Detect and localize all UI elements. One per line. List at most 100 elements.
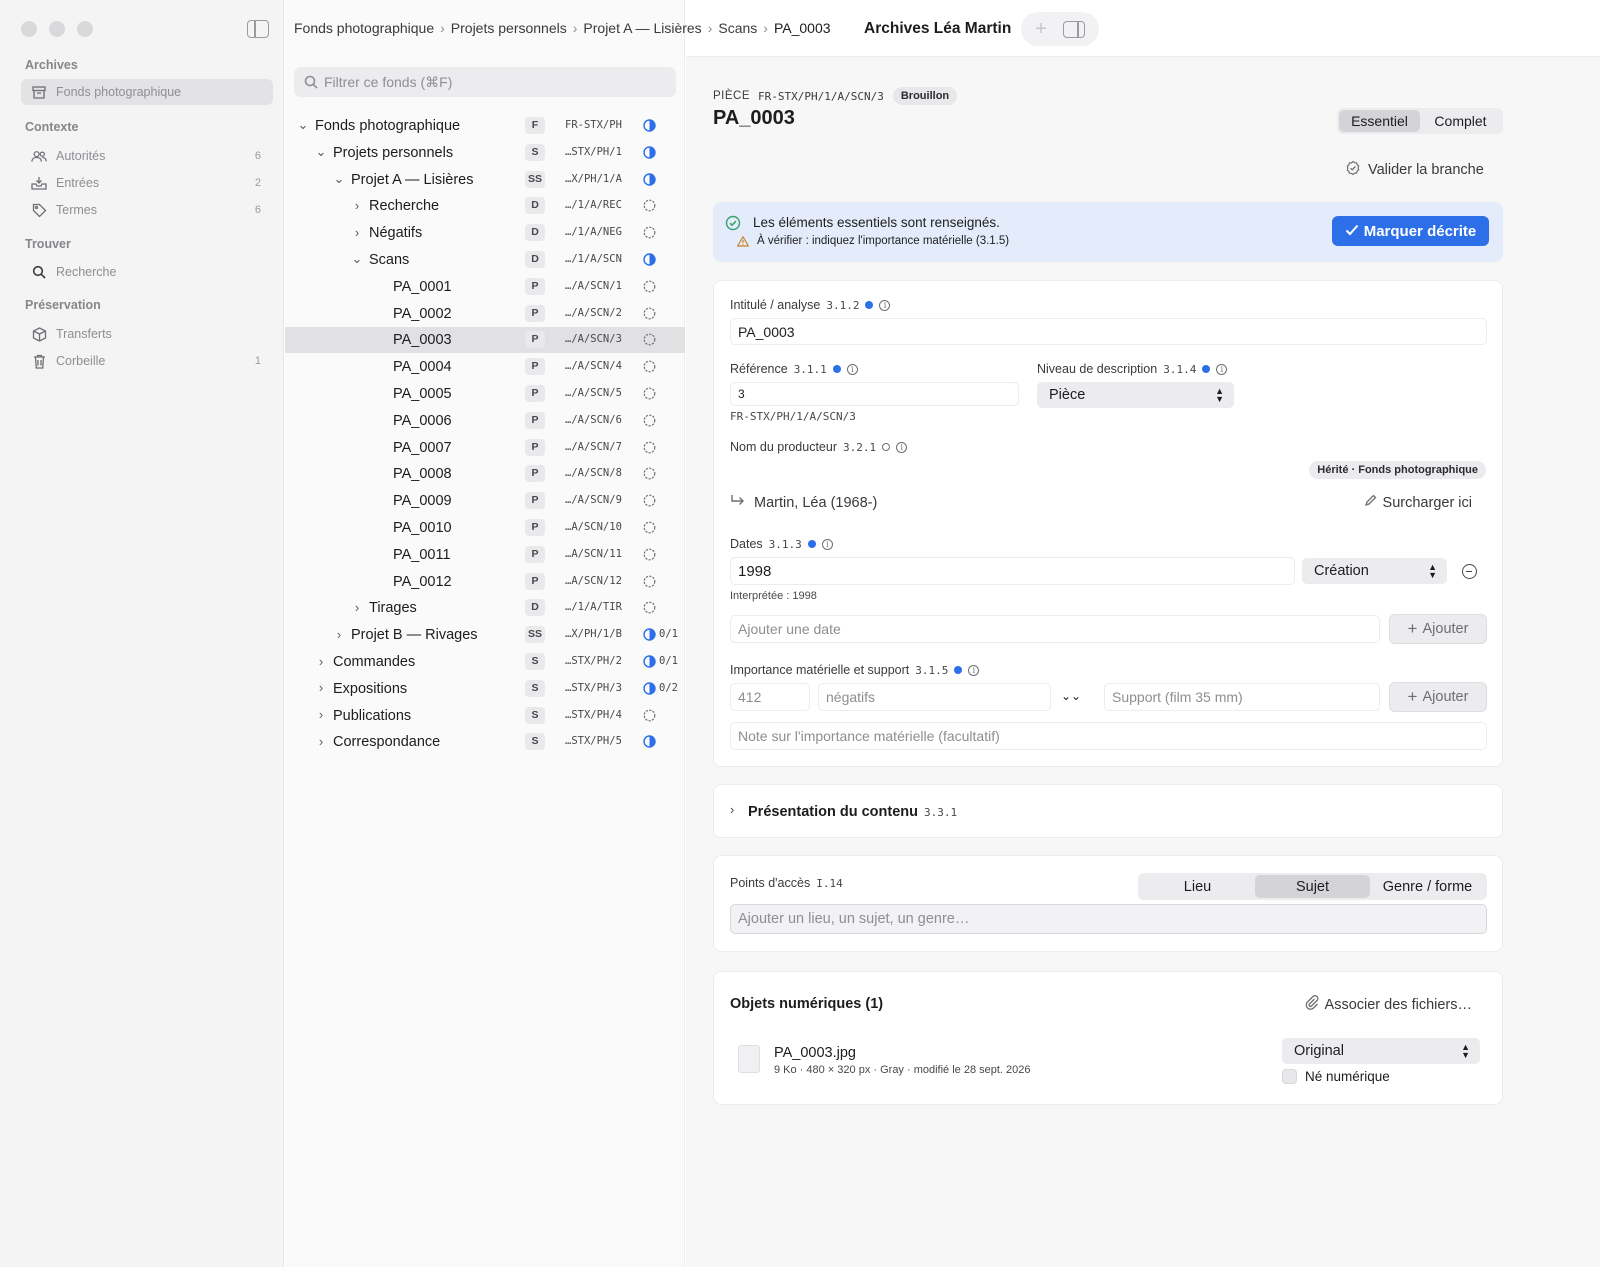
validate-branch-button[interactable]: Valider la branche [1345, 160, 1484, 180]
zoom-window-button[interactable] [77, 21, 93, 37]
tree-row[interactable]: PA_0005 P …/A/SCN/5 [285, 381, 685, 407]
add-date-button[interactable]: + Ajouter [1389, 614, 1487, 644]
info-icon[interactable]: i [968, 664, 980, 676]
tree-row[interactable]: PA_0003 P …/A/SCN/3 [285, 327, 685, 354]
content-section[interactable]: › Présentation du contenu 3.3.1 [713, 784, 1503, 838]
filter-input[interactable]: Filtrer ce fonds (⌘F) [294, 67, 676, 97]
tree-row[interactable]: › Correspondance S …STX/PH/5 [285, 729, 685, 755]
tree-row[interactable]: ⌄ Projets personnels S …STX/PH/1 [285, 140, 685, 166]
sidebar-item-termes[interactable]: Termes 6 [21, 197, 273, 223]
tree-row[interactable]: › Commandes S …STX/PH/2 0/1 [285, 649, 685, 675]
tree-row[interactable]: PA_0008 P …/A/SCN/8 [285, 461, 685, 487]
chevron-right-icon[interactable]: › [333, 627, 345, 642]
tree-row[interactable]: PA_0009 P …/A/SCN/9 [285, 488, 685, 514]
level-select[interactable]: Pièce ▲ ▼ [1037, 382, 1234, 408]
unit-dropdown-chevron-icon[interactable]: ⌄⌄ [1061, 689, 1081, 703]
extent-unit-input[interactable]: négatifs [818, 683, 1051, 711]
tab-lieu[interactable]: Lieu [1140, 875, 1255, 898]
reference-input[interactable]: 3 [730, 382, 1019, 406]
tree-row[interactable]: ⌄ Scans D …/1/A/SCN [285, 247, 685, 273]
close-window-button[interactable] [21, 21, 37, 37]
tree-row[interactable]: PA_0006 P …/A/SCN/6 [285, 408, 685, 434]
breadcrumb-item[interactable]: PA_0003 [774, 20, 831, 36]
tree-row[interactable]: › Expositions S …STX/PH/3 0/2 [285, 676, 685, 702]
tree-row[interactable]: › Tirages D …/1/A/TIR [285, 595, 685, 621]
chevron-right-icon[interactable]: › [315, 654, 327, 669]
chevron-down-icon[interactable]: ⌄ [315, 144, 327, 159]
chevron-right-icon[interactable]: › [351, 198, 363, 213]
sidebar-toggle-icon[interactable] [247, 20, 269, 38]
born-digital-checkbox-row[interactable]: Né numérique [1282, 1069, 1390, 1084]
mark-described-button[interactable]: Marquer décrite [1332, 216, 1489, 246]
tree-row[interactable]: PA_0001 P …/A/SCN/1 [285, 274, 685, 300]
title-input[interactable]: PA_0003 [730, 318, 1487, 345]
tree-row[interactable]: PA_0011 P …A/SCN/11 [285, 542, 685, 568]
title-field-label: Intitulé / analyse 3.1.2 i [730, 298, 891, 312]
info-icon[interactable]: i [896, 441, 908, 453]
access-label-text: Points d'accès [730, 876, 811, 890]
sidebar-item-fonds-photographique[interactable]: Fonds photographique [21, 79, 273, 105]
add-date-input[interactable]: Ajouter une date [730, 615, 1380, 643]
sidebar-item-recherche[interactable]: Recherche [21, 259, 273, 285]
reference-field-label: Référence 3.1.1 i [730, 362, 858, 376]
info-icon[interactable]: i [1216, 363, 1228, 375]
tree-row[interactable]: › Projet B — Rivages SS …X/PH/1/B 0/1 [285, 622, 685, 648]
file-name[interactable]: PA_0003.jpg [774, 1045, 856, 1061]
view-mode-complet[interactable]: Complet [1420, 110, 1501, 132]
date-type-select[interactable]: Création ▲ ▼ [1302, 558, 1447, 584]
chevron-down-icon[interactable]: ⌄ [351, 251, 363, 266]
add-extent-button[interactable]: + Ajouter [1389, 682, 1487, 712]
tree-row[interactable]: PA_0007 P …/A/SCN/7 [285, 435, 685, 461]
born-digital-checkbox[interactable] [1282, 1069, 1297, 1084]
access-points-input[interactable]: Ajouter un lieu, un sujet, un genre… [730, 904, 1487, 934]
tree-row[interactable]: › Publications S …STX/PH/4 [285, 703, 685, 729]
breadcrumb-item[interactable]: Fonds photographique [294, 20, 434, 36]
extent-note-input[interactable]: Note sur l'importance matérielle (facult… [730, 722, 1487, 750]
sidebar-item-entrees[interactable]: Entrées 2 [21, 170, 273, 196]
search-icon [304, 75, 318, 89]
extent-quantity-input[interactable]: 412 [730, 683, 810, 711]
inspector-toggle-icon[interactable] [1062, 20, 1085, 38]
tree-row[interactable]: ⌄ Fonds photographique F FR-STX/PH [285, 113, 685, 139]
tree-row[interactable]: › Négatifs D …/1/A/NEG [285, 220, 685, 246]
info-icon[interactable]: i [879, 299, 891, 311]
tree-row[interactable]: › Recherche D …/1/A/REC [285, 193, 685, 219]
date-input[interactable]: 1998 [730, 557, 1295, 585]
extent-support-input[interactable]: Support (film 35 mm) [1104, 683, 1380, 711]
chevron-right-icon[interactable]: › [351, 600, 363, 615]
tree-row[interactable]: ⌄ Projet A — Lisières SS …X/PH/1/A [285, 167, 685, 193]
sidebar-item-autorites[interactable]: Autorités 6 [21, 143, 273, 169]
chevron-right-icon[interactable]: › [351, 225, 363, 240]
tree-row-ref: …STX/PH/4 [565, 708, 622, 721]
tag-icon [31, 202, 47, 218]
chevron-down-icon[interactable]: ⌄ [333, 171, 345, 186]
override-button[interactable]: Surcharger ici [1364, 494, 1472, 511]
chevron-right-icon[interactable]: › [315, 707, 327, 722]
info-icon[interactable]: i [846, 363, 858, 375]
level-badge: P [525, 519, 545, 536]
tree-row[interactable]: PA_0010 P …A/SCN/10 [285, 515, 685, 541]
sidebar-item-corbeille[interactable]: Corbeille 1 [21, 348, 273, 374]
attach-files-button[interactable]: Associer des fichiers… [1305, 995, 1472, 1014]
usage-select[interactable]: Original ▲ ▼ [1282, 1038, 1480, 1064]
breadcrumb-item[interactable]: Projets personnels [451, 20, 567, 36]
remove-date-icon[interactable] [1462, 564, 1477, 579]
tree-row[interactable]: PA_0012 P …A/SCN/12 [285, 569, 685, 595]
breadcrumb-item[interactable]: Projet A — Lisières [583, 20, 701, 36]
tab-sujet[interactable]: Sujet [1255, 875, 1370, 898]
tree-row[interactable]: PA_0004 P …/A/SCN/4 [285, 354, 685, 380]
half-complete-status-icon [643, 172, 656, 186]
breadcrumb-item[interactable]: Scans [718, 20, 757, 36]
chevron-right-icon[interactable]: › [315, 680, 327, 695]
inherited-badge: Hérité · Fonds photographique [1309, 461, 1486, 479]
info-icon[interactable]: i [821, 538, 833, 550]
chevron-right-icon[interactable]: › [315, 734, 327, 749]
tab-genre-forme[interactable]: Genre / forme [1370, 875, 1485, 898]
add-icon[interactable]: + [1035, 18, 1047, 41]
level-field-number: 3.1.4 [1163, 362, 1197, 376]
chevron-down-icon[interactable]: ⌄ [297, 117, 309, 132]
minimize-window-button[interactable] [49, 21, 65, 37]
tree-row[interactable]: PA_0002 P …/A/SCN/2 [285, 301, 685, 327]
view-mode-essentiel[interactable]: Essentiel [1339, 110, 1420, 132]
sidebar-item-transferts[interactable]: Transferts [21, 321, 273, 347]
